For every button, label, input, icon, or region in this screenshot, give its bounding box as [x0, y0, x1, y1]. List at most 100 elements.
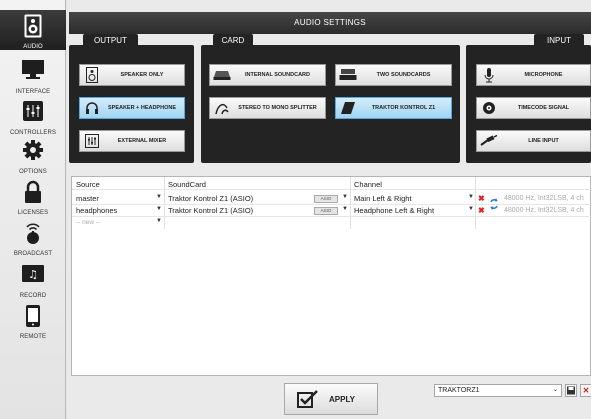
- two-soundcards-icon: [336, 65, 360, 85]
- svg-text:♫: ♫: [28, 268, 38, 281]
- table-row: master ▼ Traktor Kontrol Z1 (ASIO) ASIO …: [72, 193, 591, 204]
- sidebar-item-licenses[interactable]: LICENSES: [0, 176, 66, 216]
- headphone-icon: [80, 98, 104, 118]
- option-label: MICROPHONE: [524, 71, 563, 78]
- sidebar-item-remote[interactable]: REMOTE: [0, 300, 66, 340]
- jack-plug-icon: [477, 131, 501, 151]
- option-label: LINE INPUT: [528, 137, 559, 144]
- speaker-icon: [80, 65, 104, 85]
- output-panel: OUTPUT SPEAKER ONLY SPEAKER + HEADPHONE …: [69, 34, 194, 163]
- remove-row-icon[interactable]: ✖: [478, 205, 485, 216]
- output-tab: OUTPUT: [83, 34, 138, 47]
- option-label: SPEAKER + HEADPHONE: [107, 104, 176, 111]
- vinyl-icon: [477, 98, 501, 118]
- sidebar: AUDIO INTERFACE CONTROLLERS OPTIONS LICE…: [0, 0, 66, 419]
- timecode-signal-option[interactable]: TIMECODE SIGNAL: [476, 97, 591, 119]
- input-tab: INPUT: [534, 34, 584, 47]
- dropdown-arrow-icon[interactable]: ▼: [468, 206, 474, 212]
- preset-value: TRAKTORZ1: [438, 387, 480, 394]
- preset-select[interactable]: TRAKTORZ1 ⌄: [434, 384, 562, 397]
- speaker-headphone-option[interactable]: SPEAKER + HEADPHONE: [79, 97, 185, 119]
- option-label: EXTERNAL MIXER: [117, 137, 167, 144]
- controller-icon: [23, 101, 43, 121]
- dropdown-arrow-icon[interactable]: ▼: [468, 194, 474, 200]
- delete-preset-button[interactable]: ✕: [580, 384, 591, 397]
- mixer-icon: [80, 131, 104, 151]
- sidebar-item-label: REMOTE: [19, 334, 47, 340]
- apply-button[interactable]: APPLY: [284, 383, 378, 415]
- tablet-icon: [26, 305, 40, 327]
- column-header-channel: Channel: [354, 180, 382, 189]
- sidebar-item-label: RECORD: [19, 293, 47, 299]
- card-panel: CARD INTERNAL SOUNDCARD TWO SOUNDCARDS S…: [201, 34, 460, 163]
- option-label: TWO SOUNDCARDS: [376, 71, 431, 78]
- gear-icon: [23, 140, 43, 160]
- monitor-icon: [22, 60, 44, 79]
- apply-label: APPLY: [329, 394, 355, 404]
- dropdown-arrow-icon[interactable]: ▼: [156, 206, 162, 212]
- sidebar-item-label: INTERFACE: [15, 89, 51, 95]
- option-label: INTERNAL SOUNDCARD: [245, 71, 310, 78]
- splitter-cable-icon: [210, 98, 234, 118]
- dropdown-arrow-icon[interactable]: ▼: [342, 194, 348, 200]
- asio-config-button[interactable]: ASIO: [314, 194, 338, 203]
- microphone-icon: [477, 65, 501, 85]
- sidebar-item-label: BROADCAST: [13, 251, 53, 257]
- option-label: TIMECODE SIGNAL: [517, 104, 570, 111]
- source-select[interactable]: headphones: [76, 205, 156, 216]
- new-row: -- new -- ▼: [72, 217, 591, 228]
- sidebar-item-label: OPTIONS: [19, 169, 47, 175]
- refresh-icon[interactable]: [489, 197, 499, 211]
- sidebar-item-label: LICENSES: [17, 210, 49, 216]
- sidebar-item-options[interactable]: OPTIONS: [0, 135, 66, 175]
- sidebar-item-audio[interactable]: AUDIO: [0, 10, 66, 50]
- soundcard-select[interactable]: Traktor Kontrol Z1 (ASIO): [168, 205, 308, 216]
- delete-icon: ✕: [582, 386, 590, 395]
- sidebar-item-broadcast[interactable]: BROADCAST: [0, 217, 66, 257]
- page-title: AUDIO SETTINGS: [69, 12, 591, 34]
- dropdown-arrow-icon[interactable]: ▼: [342, 206, 348, 212]
- table-divider: [72, 189, 591, 190]
- option-label: TRAKTOR KONTROL Z1: [371, 104, 436, 111]
- speaker-only-option[interactable]: SPEAKER ONLY: [79, 64, 185, 86]
- chevron-down-icon: ⌄: [552, 387, 558, 393]
- routing-table: Source SoundCard Channel master ▼ Trakto…: [71, 176, 591, 376]
- save-preset-button[interactable]: [565, 384, 577, 397]
- broadcast-icon: [26, 223, 40, 244]
- save-icon: [567, 386, 575, 395]
- external-mixer-option[interactable]: EXTERNAL MIXER: [79, 130, 185, 152]
- format-info: 48000 Hz, Int32LSB, 4 ch: [504, 207, 584, 214]
- device-icon: [336, 98, 360, 118]
- soundcard-icon: [210, 65, 234, 85]
- channel-select[interactable]: Main Left & Right: [354, 193, 466, 204]
- asio-config-button[interactable]: ASIO: [314, 206, 338, 215]
- sidebar-item-interface[interactable]: INTERFACE: [0, 55, 66, 95]
- internal-soundcard-option[interactable]: INTERNAL SOUNDCARD: [209, 64, 326, 86]
- speaker-icon: [24, 14, 42, 38]
- soundcard-select[interactable]: Traktor Kontrol Z1 (ASIO): [168, 193, 308, 204]
- input-panel: INPUT MICROPHONE TIMECODE SIGNAL LINE IN…: [466, 34, 591, 163]
- column-header-soundcard: SoundCard: [168, 180, 206, 189]
- main-panel: AUDIO SETTINGS OUTPUT SPEAKER ONLY SPEAK…: [67, 0, 591, 419]
- stereo-to-mono-splitter-option[interactable]: STEREO TO MONO SPLITTER: [209, 97, 326, 119]
- channel-select[interactable]: Headphone Left & Right: [354, 205, 466, 216]
- sidebar-item-controllers[interactable]: CONTROLLERS: [0, 96, 66, 136]
- microphone-option[interactable]: MICROPHONE: [476, 64, 591, 86]
- card-tab: CARD: [213, 34, 253, 47]
- format-info: 48000 Hz, Int32LSB, 4 ch: [504, 195, 584, 202]
- option-label: STEREO TO MONO SPLITTER: [238, 104, 317, 111]
- new-source-select[interactable]: -- new --: [76, 217, 156, 228]
- record-icon: ♫: [22, 265, 44, 282]
- traktor-kontrol-z1-option[interactable]: TRAKTOR KONTROL Z1: [335, 97, 452, 119]
- source-select[interactable]: master: [76, 193, 156, 204]
- table-row: headphones ▼ Traktor Kontrol Z1 (ASIO) A…: [72, 205, 591, 216]
- two-soundcards-option[interactable]: TWO SOUNDCARDS: [335, 64, 452, 86]
- option-label: SPEAKER ONLY: [120, 71, 164, 78]
- dropdown-arrow-icon[interactable]: ▼: [156, 194, 162, 200]
- sidebar-item-record[interactable]: ♫ RECORD: [0, 259, 66, 299]
- line-input-option[interactable]: LINE INPUT: [476, 130, 591, 152]
- sidebar-item-label: AUDIO: [23, 44, 43, 50]
- remove-row-icon[interactable]: ✖: [478, 193, 485, 204]
- checkbox-check-icon: [297, 390, 318, 408]
- dropdown-arrow-icon[interactable]: ▼: [156, 218, 162, 224]
